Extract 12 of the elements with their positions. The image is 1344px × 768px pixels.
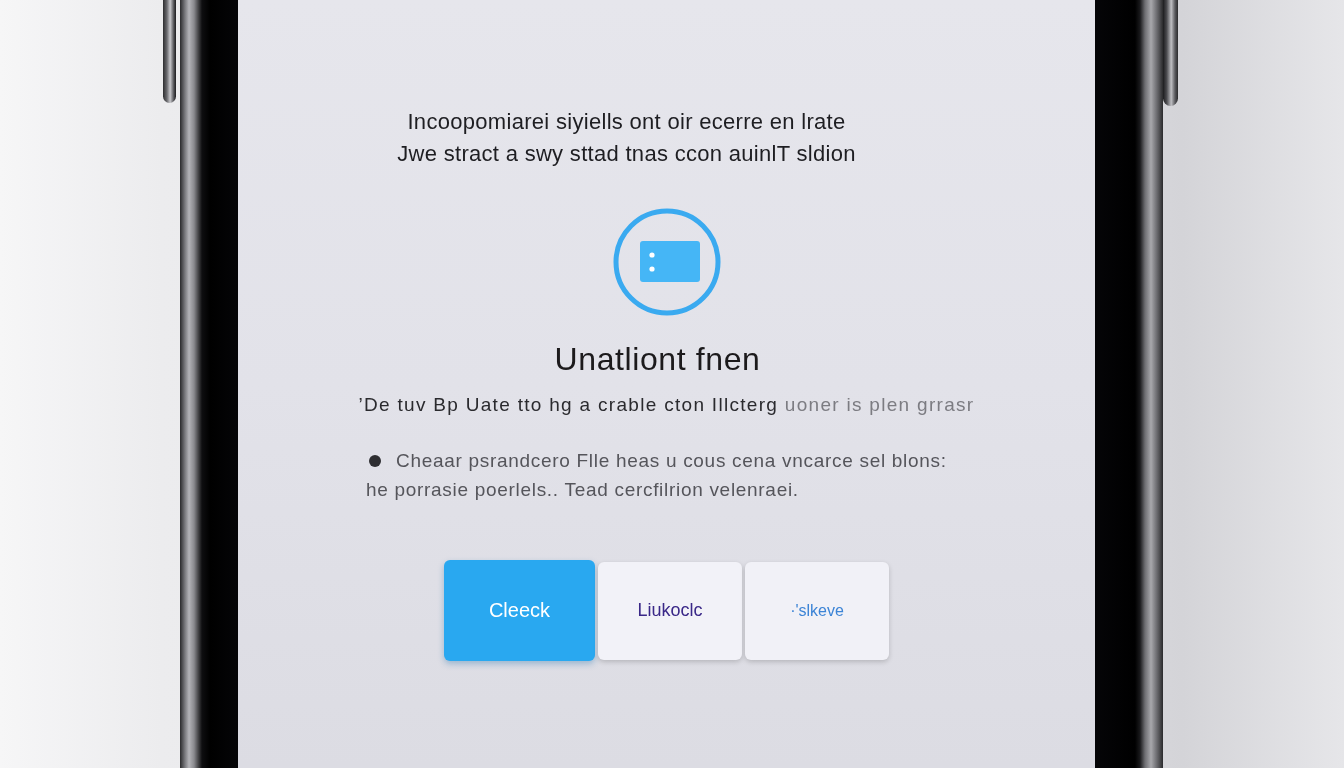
phone-side-button[interactable] [163,0,176,103]
dialog-title: Unatliont fnen [554,340,761,378]
headline-text: Incoopomiarei siyiells ont oir ecerre en lrate Jwe stract a swy sttad tnas ccon auinlT sldion [397,108,856,168]
action-button[interactable]: ·'slkeve [745,561,889,660]
bullet-icon [369,454,381,467]
device-icon [612,208,721,316]
subtitle-text: ’De tuv Bp Uate tto hg a crable cton Illcterg uoner is plen grrasr [358,393,975,417]
phone-side-button[interactable] [1163,0,1178,106]
action-button[interactable]: Liukoclc [598,561,742,660]
bullet-text: Cheaar psrandcero Flle heas u cous cena vncarce sel blons: [396,449,947,473]
action-button[interactable]: Cleeck [444,560,595,661]
bullet-text: he porrasie poerlels.. Tead cercfilrion velenraei. [366,478,799,502]
